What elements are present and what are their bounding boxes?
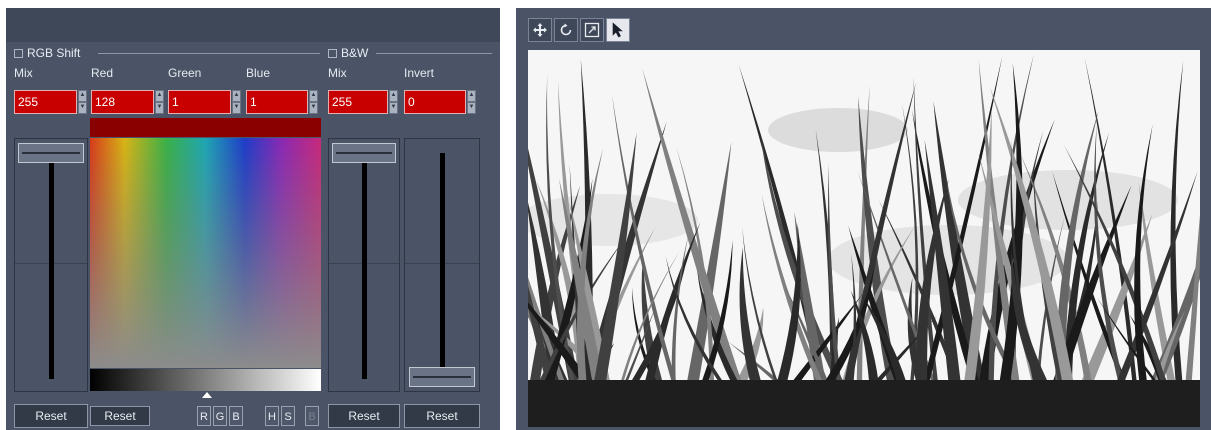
pointer-icon[interactable] (606, 18, 630, 42)
collapse-icon[interactable] (328, 48, 337, 58)
spin-down-icon[interactable]: ▼ (467, 102, 476, 114)
channel-b-button[interactable]: B (229, 406, 243, 426)
blue-label: Blue (246, 66, 271, 80)
channel-brightness-button[interactable]: B (305, 406, 319, 426)
spinner[interactable]: ▲ ▼ (155, 90, 164, 114)
move-icon (533, 23, 547, 37)
color-gradient[interactable] (90, 138, 321, 368)
rgb-shift-group-header[interactable]: RGB Shift (14, 46, 80, 60)
bw-mix-stepper[interactable]: 255 ▲ ▼ (328, 90, 398, 114)
divider (98, 53, 320, 54)
rgb-mix-field[interactable]: 255 (14, 90, 77, 114)
green-label: Green (168, 66, 202, 80)
slider-handle[interactable] (332, 143, 396, 163)
bw-mix-label: Mix (328, 66, 347, 80)
slider-track[interactable] (362, 159, 367, 379)
spin-down-icon[interactable]: ▼ (309, 102, 318, 114)
green-stepper[interactable]: 1 ▲ ▼ (168, 90, 241, 114)
spin-down-icon[interactable]: ▼ (389, 102, 398, 114)
bw-mix-field[interactable]: 255 (328, 90, 388, 114)
spinner[interactable]: ▲ ▼ (309, 90, 318, 114)
color-reset-button[interactable]: Reset (90, 406, 150, 426)
invert-label: Invert (404, 66, 435, 80)
channel-g-button[interactable]: G (213, 406, 227, 426)
invert-slider[interactable] (404, 138, 480, 392)
fit-icon (584, 22, 600, 38)
invert-reset-button[interactable]: Reset (404, 404, 480, 428)
effects-panel: RGB Shift B&W Mix Red Green Blue Mix Inv… (6, 8, 500, 430)
rotate-icon (560, 23, 572, 36)
spin-down-icon[interactable]: ▼ (78, 102, 87, 114)
spinner[interactable]: ▲ ▼ (78, 90, 87, 114)
spin-up-icon[interactable]: ▲ (309, 90, 318, 102)
slider-handle[interactable] (409, 367, 475, 387)
spin-up-icon[interactable]: ▲ (155, 90, 164, 102)
slider-handle[interactable] (18, 143, 84, 163)
rgb-shift-title: RGB Shift (27, 46, 81, 60)
rgb-mix-reset-button[interactable]: Reset (14, 404, 88, 428)
color-hint-bar (90, 118, 321, 137)
invert-stepper[interactable]: 0 ▲ ▼ (404, 90, 476, 114)
channel-s-button[interactable]: S (281, 406, 295, 426)
preview-panel (516, 8, 1211, 430)
collapse-icon[interactable] (14, 48, 23, 58)
rgb-mix-label: Mix (14, 66, 33, 80)
spin-up-icon[interactable]: ▲ (467, 90, 476, 102)
bw-mix-slider[interactable] (328, 138, 400, 392)
fit-icon[interactable] (580, 18, 604, 42)
bw-title: B&W (341, 46, 369, 60)
spin-up-icon[interactable]: ▲ (78, 90, 87, 102)
red-stepper[interactable]: 128 ▲ ▼ (91, 90, 164, 114)
bw-mix-reset-button[interactable]: Reset (328, 404, 400, 428)
color-picker-area[interactable] (90, 138, 321, 368)
panel-header-bar (6, 8, 500, 42)
spin-up-icon[interactable]: ▲ (232, 90, 241, 102)
rgb-mix-stepper[interactable]: 255 ▲ ▼ (14, 90, 87, 114)
move-icon[interactable] (528, 18, 552, 42)
red-field[interactable]: 128 (91, 90, 154, 114)
spin-up-icon[interactable]: ▲ (389, 90, 398, 102)
spinner[interactable]: ▲ ▼ (467, 90, 476, 114)
blue-stepper[interactable]: 1 ▲ ▼ (246, 90, 318, 114)
spin-down-icon[interactable]: ▼ (155, 102, 164, 114)
invert-field[interactable]: 0 (404, 90, 466, 114)
spinner[interactable]: ▲ ▼ (389, 90, 398, 114)
pointer-icon (612, 22, 623, 38)
preview-image[interactable] (528, 50, 1200, 427)
slider-track[interactable] (440, 153, 445, 371)
red-label: Red (91, 66, 114, 80)
spinner[interactable]: ▲ ▼ (232, 90, 241, 114)
rgb-mix-slider[interactable] (14, 138, 88, 392)
channel-r-button[interactable]: R (197, 406, 211, 426)
bw-group-header[interactable]: B&W (328, 46, 368, 60)
brightness-strip[interactable] (90, 369, 321, 391)
slider-track[interactable] (49, 159, 54, 379)
blue-field[interactable]: 1 (246, 90, 308, 114)
green-field[interactable]: 1 (168, 90, 231, 114)
channel-h-button[interactable]: H (265, 406, 279, 426)
image-preview[interactable] (528, 50, 1200, 427)
divider (376, 53, 492, 54)
brightness-marker-icon[interactable] (202, 392, 212, 398)
rotate-icon[interactable] (554, 18, 578, 42)
spin-down-icon[interactable]: ▼ (232, 102, 241, 114)
